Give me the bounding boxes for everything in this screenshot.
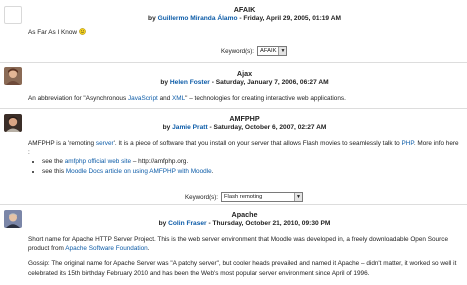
keywords-label: Keyword(s): — [221, 47, 255, 55]
keywords-select[interactable]: AFAIK ▼ — [257, 46, 288, 56]
auto-link[interactable]: JavaScript — [128, 95, 158, 102]
glossary-entry-apache: Apache by Colin Fraser - Thursday, Octob… — [0, 204, 467, 285]
paragraph: Short name for Apache HTTP Server Projec… — [28, 236, 448, 253]
smiley-icon — [78, 28, 86, 35]
glossary-entry-amfphp: AMFPHP by Jamie Pratt - Saturday, Octobe… — [0, 108, 467, 205]
list-item: see the amfphp official web site – http:… — [42, 157, 461, 166]
definition: An abbreviation for "Asynchronous JavaSc… — [28, 95, 346, 102]
definition: Short name for Apache HTTP Server Projec… — [28, 235, 461, 284]
byline: by Guillermo Miranda Álamo - Friday, Apr… — [148, 15, 341, 22]
definition: As Far As I Know — [28, 28, 461, 37]
glossary-page: AFAIK by Guillermo Miranda Álamo - Frida… — [0, 0, 467, 285]
list-item: see this Moodle Docs article on using AM… — [42, 167, 461, 176]
entry-date: - Friday, April 29, 2005, 01:19 AM — [239, 15, 341, 22]
byline: by Colin Fraser - Thursday, October 21, … — [158, 220, 331, 227]
concept-title: Apache — [231, 210, 258, 219]
bullet-list: see the amfphp official web site – http:… — [28, 157, 461, 175]
avatar-placeholder — [4, 6, 22, 24]
glossary-entry-ajax: Ajax by Helen Foster - Saturday, January… — [0, 62, 467, 109]
auto-link[interactable]: server — [96, 140, 114, 147]
user-photo-icon — [4, 210, 22, 228]
byline: by Jamie Pratt - Saturday, October 6, 20… — [162, 124, 327, 131]
chevron-down-icon[interactable]: ▼ — [278, 47, 287, 55]
concept-title: AFAIK — [233, 5, 256, 14]
glossary-entry-afaik: AFAIK by Guillermo Miranda Álamo - Frida… — [0, 0, 467, 62]
paragraph: Gossip: The original name for Apache Ser… — [28, 260, 457, 277]
author-link[interactable]: Guillermo Miranda Álamo — [158, 15, 238, 22]
amfphp-site-link[interactable]: amfphp official web site — [65, 158, 131, 165]
user-photo-icon — [4, 67, 22, 85]
entry-header: Apache by Colin Fraser - Thursday, Octob… — [28, 210, 461, 228]
concept-title: AMFPHP — [229, 114, 260, 123]
author-link[interactable]: Jamie Pratt — [172, 124, 208, 131]
moodle-docs-link[interactable]: Moodle Docs article on using AMFPHP with… — [66, 168, 212, 175]
author-link[interactable]: Helen Foster — [170, 79, 210, 86]
keywords-row: Keyword(s): Flash remoting ▼ — [185, 192, 304, 202]
entry-header: Ajax by Helen Foster - Saturday, January… — [28, 69, 461, 87]
author-link[interactable]: Colin Fraser — [168, 220, 206, 227]
definition: AMFPHP is a 'remoting server'. It is a p… — [28, 139, 461, 176]
keywords-label: Keyword(s): — [185, 193, 219, 201]
apache-foundation-link[interactable]: Apache Software Foundation — [65, 245, 147, 252]
entry-date: - Saturday, January 7, 2006, 06:27 AM — [211, 79, 329, 86]
avatar — [4, 67, 22, 85]
entry-header: AMFPHP by Jamie Pratt - Saturday, Octobe… — [28, 114, 461, 132]
entry-header: AFAIK by Guillermo Miranda Álamo - Frida… — [28, 5, 461, 23]
entry-date: - Thursday, October 21, 2010, 09:30 PM — [208, 220, 331, 227]
keywords-row: Keyword(s): AFAIK ▼ — [221, 46, 288, 56]
entry-date: - Saturday, October 6, 2007, 02:27 AM — [209, 124, 327, 131]
user-photo-icon — [4, 114, 22, 132]
chevron-down-icon[interactable]: ▼ — [294, 193, 303, 201]
auto-link[interactable]: PHP — [402, 140, 414, 147]
keywords-select[interactable]: Flash remoting ▼ — [221, 192, 304, 202]
avatar — [4, 114, 22, 132]
avatar — [4, 210, 22, 228]
auto-link[interactable]: XML — [172, 95, 185, 102]
byline: by Helen Foster - Saturday, January 7, 2… — [160, 79, 329, 86]
concept-title: Ajax — [236, 69, 253, 78]
